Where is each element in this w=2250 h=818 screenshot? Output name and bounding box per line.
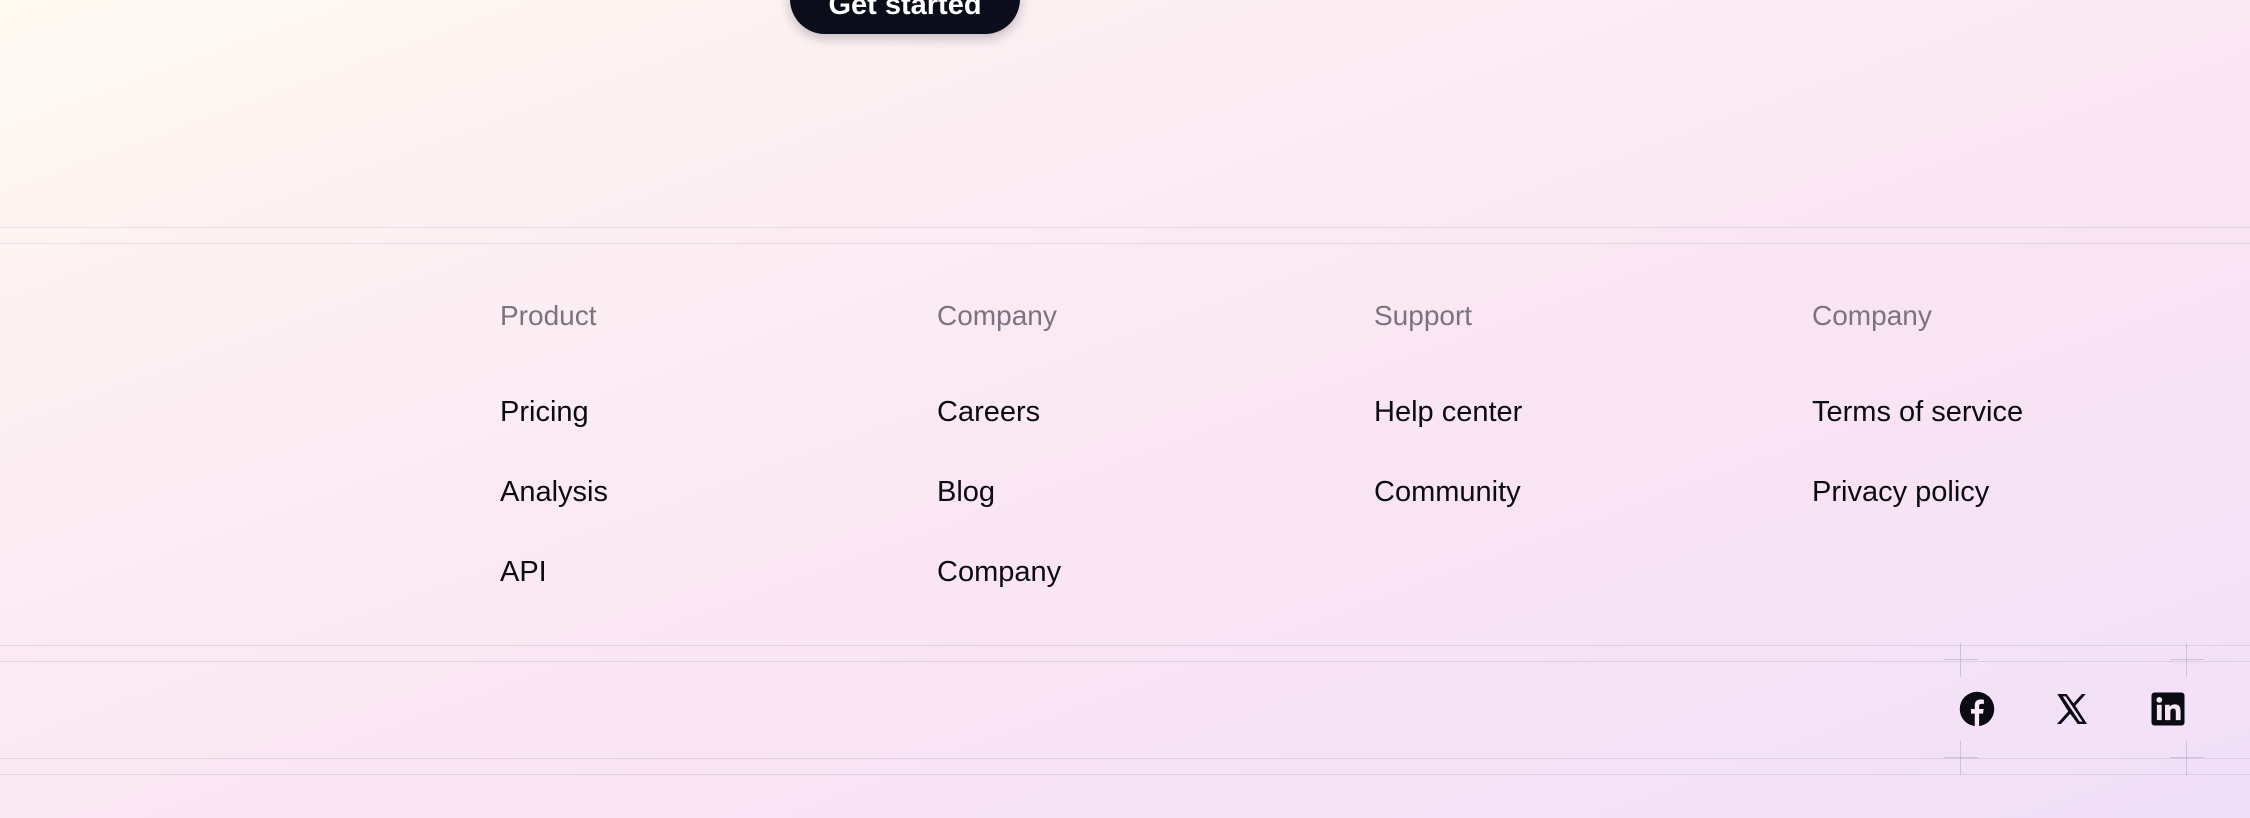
footer-link-pricing[interactable]: Pricing [500, 392, 589, 432]
linkedin-icon[interactable] [2148, 689, 2188, 729]
get-started-button[interactable]: Get started [790, 0, 1020, 34]
footer-link-list: Help center Community [1374, 392, 1774, 552]
corner-cross-mark [1944, 643, 1978, 677]
footer-column-heading: Company [1812, 300, 1932, 331]
footer-column-heading: Support [1374, 300, 1473, 331]
footer-link-list: Pricing Analysis API [500, 392, 900, 632]
footer-link-community[interactable]: Community [1374, 472, 1521, 512]
footer-column-heading: Product [500, 300, 597, 331]
footer-link-terms-of-service[interactable]: Terms of service [1812, 392, 2023, 432]
list-item: Blog [937, 472, 1337, 552]
list-item: Privacy policy [1812, 472, 2212, 552]
list-item: Careers [937, 392, 1337, 472]
footer-column-company: Company Careers Blog Company [937, 296, 1337, 632]
list-item: Company [937, 552, 1337, 632]
footer-link-help-center[interactable]: Help center [1374, 392, 1522, 432]
footer-link-list: Careers Blog Company [937, 392, 1337, 632]
list-item: Terms of service [1812, 392, 2212, 472]
footer-link-privacy-policy[interactable]: Privacy policy [1812, 472, 1989, 512]
corner-cross-mark [1944, 741, 1978, 775]
footer-column-support: Support Help center Community [1374, 296, 1774, 552]
list-item: Community [1374, 472, 1774, 552]
footer-link-careers[interactable]: Careers [937, 392, 1040, 432]
footer-link-analysis[interactable]: Analysis [500, 472, 608, 512]
facebook-icon[interactable] [1957, 689, 1997, 729]
footer-link-list: Terms of service Privacy policy [1812, 392, 2212, 552]
footer-column-product: Product Pricing Analysis API [500, 296, 900, 632]
divider-line [0, 661, 2250, 662]
list-item: Help center [1374, 392, 1774, 472]
divider-line [0, 243, 2250, 244]
divider-line [0, 227, 2250, 228]
footer-column-heading: Company [937, 300, 1057, 331]
footer-link-company[interactable]: Company [937, 552, 1061, 592]
divider-line [0, 774, 2250, 775]
footer-link-api[interactable]: API [500, 552, 547, 592]
x-icon[interactable] [2052, 689, 2092, 729]
corner-cross-mark [2170, 643, 2204, 677]
footer-column-legal: Company Terms of service Privacy policy [1812, 296, 2212, 552]
divider-line [0, 645, 2250, 646]
list-item: API [500, 552, 900, 632]
divider-line [0, 758, 2250, 759]
corner-cross-mark [2170, 741, 2204, 775]
footer-link-blog[interactable]: Blog [937, 472, 995, 512]
list-item: Analysis [500, 472, 900, 552]
list-item: Pricing [500, 392, 900, 472]
